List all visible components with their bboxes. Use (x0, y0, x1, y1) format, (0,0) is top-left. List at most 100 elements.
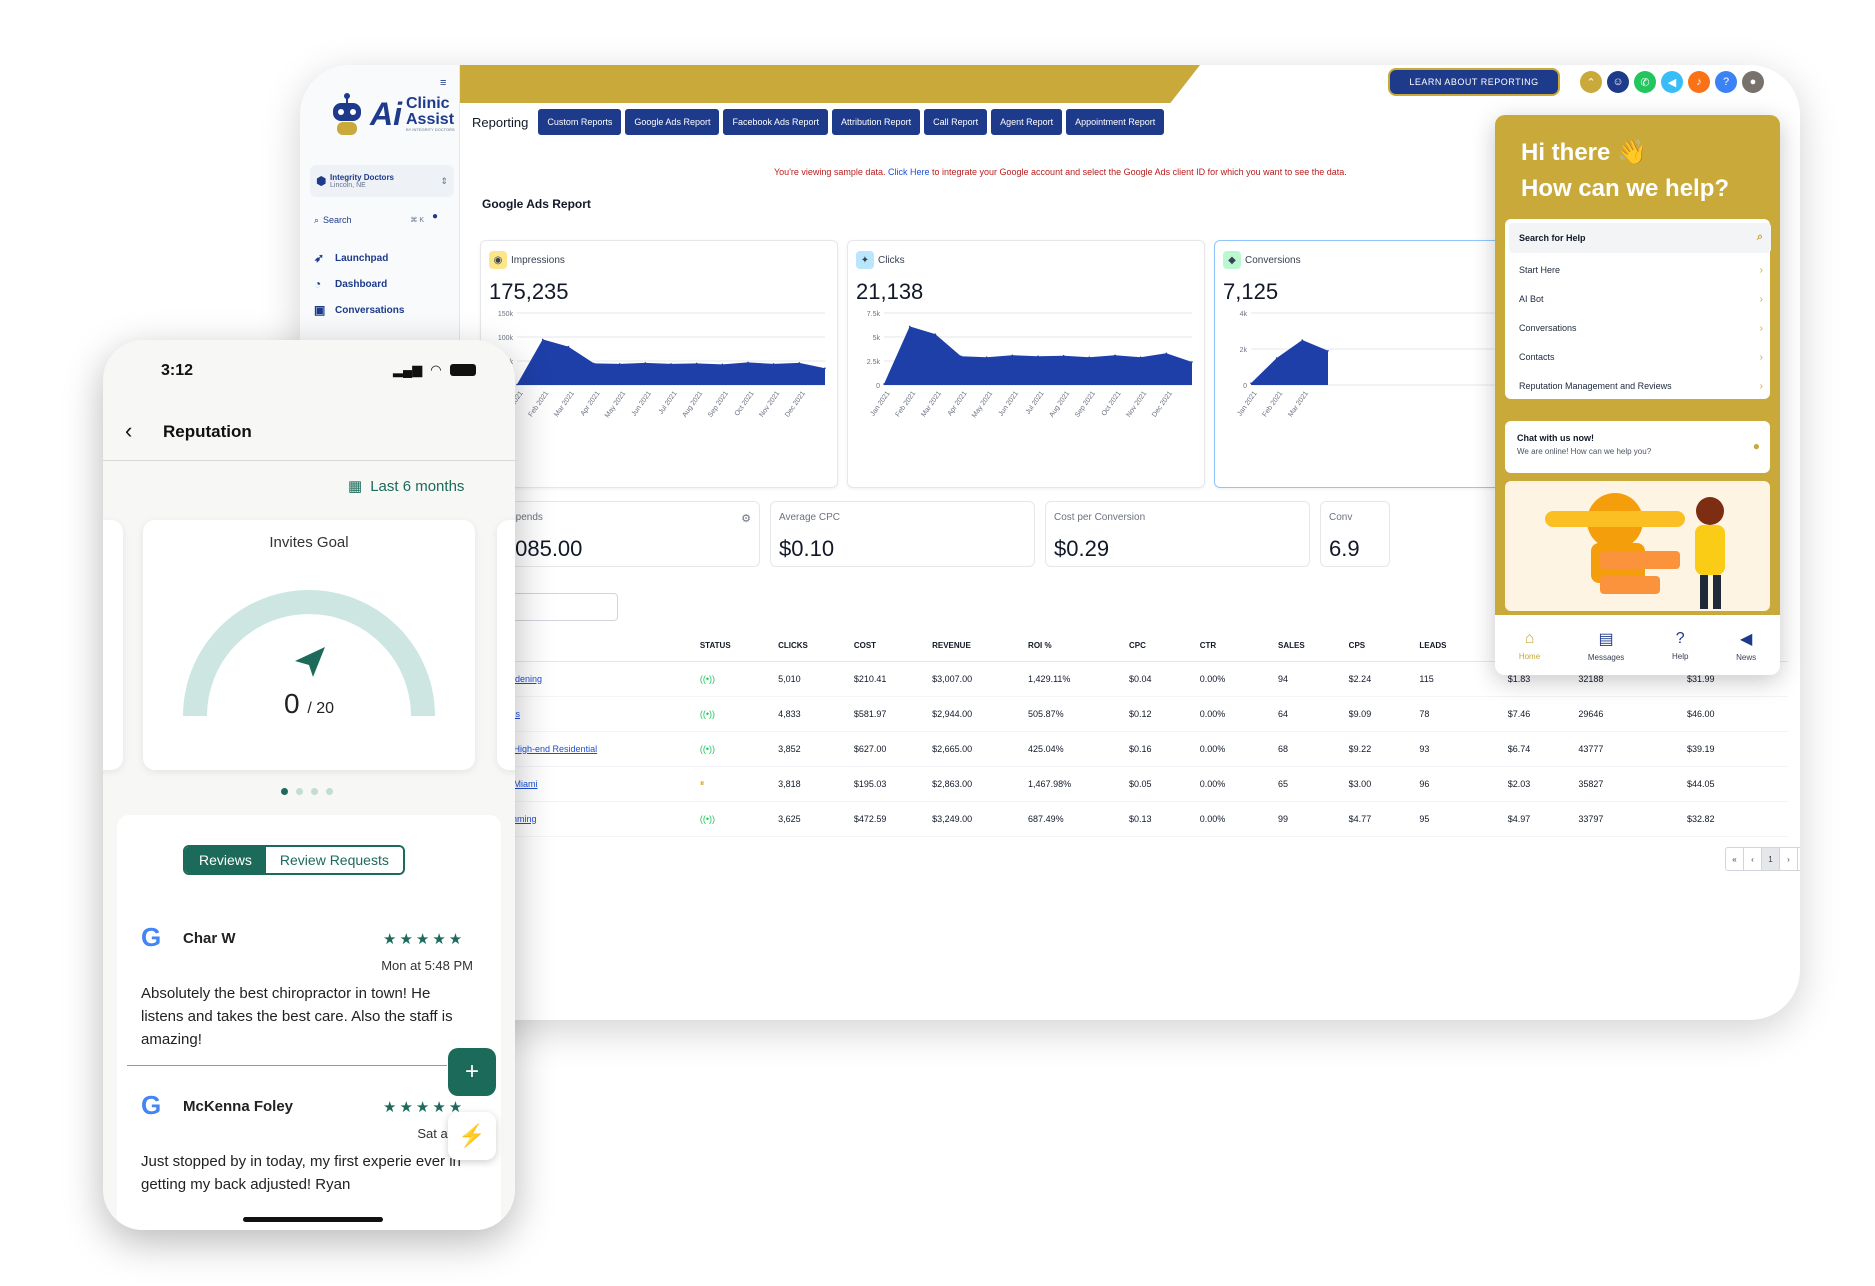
sidebar-item-dashboard[interactable]: ◔ Dashboard (314, 277, 387, 291)
tab-google-ads-report[interactable]: Google Ads Report (625, 109, 720, 135)
pagination-button[interactable]: 1 (1762, 848, 1780, 870)
carousel-dot[interactable] (326, 788, 333, 795)
help-link-conversations[interactable]: Conversations › (1519, 323, 1763, 334)
avatar[interactable]: ● (1742, 71, 1764, 93)
table-header-cell[interactable]: ROI % (1028, 631, 1130, 662)
chat-with-us-card[interactable]: Chat with us now! We are online! How can… (1505, 421, 1770, 473)
location-name: Integrity Doctors (330, 173, 395, 182)
help-link-reputation[interactable]: Reputation Management and Reviews › (1519, 381, 1763, 392)
y-tick-label: 0 (876, 383, 880, 390)
notice-click-here-link[interactable]: Click Here (888, 167, 930, 177)
help-nav-news[interactable]: ◀ News (1736, 629, 1756, 662)
metric-label: Average CPC (779, 512, 840, 523)
menu-toggle-icon[interactable]: ≡ (440, 77, 446, 89)
x-tick-label: Apr 2021 (580, 390, 602, 417)
data-point (1139, 356, 1142, 358)
kpi-label: Impressions (511, 254, 565, 266)
table-header-cell[interactable]: COST (853, 631, 933, 662)
metric-label: Conv (1329, 512, 1353, 523)
tab-agent-report[interactable]: Agent Report (991, 109, 1063, 135)
carousel-dot[interactable] (296, 788, 303, 795)
learn-about-reporting-button[interactable]: LEARN ABOUT REPORTING (1390, 70, 1558, 94)
user-icon[interactable]: ● (432, 211, 438, 222)
tab-custom-reports[interactable]: Custom Reports (538, 109, 622, 135)
bot-icon[interactable]: ☺ (1607, 71, 1629, 93)
table-header-cell[interactable]: CPC (1129, 631, 1200, 662)
chat-bubble-icon: ● (1752, 439, 1760, 453)
table-cell: 43777 (1578, 731, 1687, 767)
tab-attribution-report[interactable]: Attribution Report (832, 109, 921, 135)
help-link-start-here[interactable]: Start Here › (1519, 265, 1763, 276)
chevron-up-icon[interactable]: ⌃ (1580, 71, 1602, 93)
sidebar-item-conversations[interactable]: ▣ Conversations (314, 303, 404, 317)
data-point (772, 363, 775, 365)
rocket-icon: ➶ (314, 251, 325, 265)
table-header-cell[interactable]: CLICKS (778, 631, 854, 662)
help-link-label: Conversations (1519, 323, 1577, 333)
table-row[interactable]: niture Logistics((•))4,833$581.97$2,944.… (460, 696, 1788, 732)
help-link-label: AI Bot (1519, 294, 1544, 304)
add-button[interactable]: + (448, 1048, 496, 1096)
paused-status-icon: ⏸ (699, 778, 705, 788)
megaphone-icon[interactable]: ◀ (1661, 71, 1683, 93)
table-cell: 0.00% (1199, 696, 1278, 732)
tab-reviews[interactable]: Reviews (185, 847, 266, 873)
data-point (695, 362, 698, 365)
table-header-cell[interactable]: SALES (1277, 631, 1349, 662)
lightning-button[interactable]: ⚡ (448, 1112, 496, 1160)
help-icon[interactable]: ? (1715, 71, 1737, 93)
pagination-button[interactable]: › (1780, 848, 1798, 870)
reporting-title: Reporting (472, 114, 529, 130)
help-nav-home[interactable]: ⌂ Home (1519, 630, 1540, 661)
x-tick-label: Jan 2021 (869, 390, 891, 418)
help-nav-messages[interactable]: ▤ Messages (1588, 629, 1624, 662)
goal-card-next[interactable] (497, 520, 515, 770)
table-header-cell[interactable]: CPS (1348, 631, 1420, 662)
table-header-cell[interactable]: REVENUE (932, 631, 1029, 662)
help-search-input[interactable]: Search for Help ⌕ (1509, 223, 1771, 253)
table-header-cell[interactable]: CTR (1199, 631, 1278, 662)
carousel-dot[interactable] (311, 788, 318, 795)
pagination-button[interactable]: « (1726, 848, 1744, 870)
table-row[interactable]: nting and Trimming((•))3,625$472.59$3,24… (460, 801, 1788, 837)
data-point (1037, 355, 1039, 357)
help-link-ai-bot[interactable]: AI Bot › (1519, 294, 1763, 305)
tab-call-report[interactable]: Call Report (924, 109, 988, 135)
phone-frame: 3:12 ▂▄▆ ◠ ‹ Reputation ▦ Last 6 months … (103, 340, 515, 1230)
data-point (1191, 361, 1193, 363)
table-cell: $3.00 (1348, 766, 1420, 802)
help-nav-help[interactable]: ? Help (1672, 630, 1688, 661)
table-cell: $195.03 (853, 766, 933, 802)
chevron-right-icon: › (1759, 352, 1763, 363)
carousel-dot[interactable] (281, 788, 288, 795)
location-switcher[interactable]: ⬢ Integrity Doctors Lincoln, NE ⇕ (310, 165, 454, 197)
table-cell: 1,467.98% (1028, 766, 1130, 802)
sidebar-item-label: Launchpad (335, 252, 389, 264)
date-range-label: Last 6 months (370, 477, 465, 495)
phone-icon[interactable]: ✆ (1634, 71, 1656, 93)
table-header-cell[interactable]: STATUS (699, 631, 779, 662)
table-row[interactable]: erior Design: High-end Residential ((•)) 3… (460, 731, 1788, 767)
chat-title: Chat with us now! (1517, 433, 1594, 443)
sidebar-item-launchpad[interactable]: ➶ Launchpad (314, 251, 388, 265)
gear-icon[interactable]: ⚙ (741, 512, 751, 525)
table-cell: $3,249.00 (932, 801, 1029, 837)
sidebar-item-label: Conversations (335, 304, 405, 316)
tab-appointment-report[interactable]: Appointment Report (1066, 109, 1165, 135)
sidebar-search-label: Search (323, 215, 352, 225)
pagination-button[interactable]: » (1798, 848, 1800, 870)
metric-value: $0.29 (1054, 536, 1110, 561)
table-cell: 425.04% (1028, 731, 1130, 767)
bell-icon[interactable]: ♪ (1688, 71, 1710, 93)
tab-review-requests[interactable]: Review Requests (265, 847, 403, 873)
goal-card-prev[interactable] (103, 520, 123, 770)
table-row[interactable]: erior Design: Miami⏸3,818$195.03$2,863.0… (460, 766, 1788, 802)
date-range-selector[interactable]: ▦ Last 6 months (348, 477, 465, 496)
y-tick-label: 2k (1240, 347, 1248, 354)
back-arrow-icon[interactable]: ‹ (125, 418, 132, 444)
sidebar-search[interactable]: ⌕ Search ⌘ K (314, 211, 424, 229)
help-link-contacts[interactable]: Contacts › (1519, 352, 1763, 363)
tab-facebook-ads-report[interactable]: Facebook Ads Report (723, 109, 829, 135)
pagination-button[interactable]: ‹ (1744, 848, 1762, 870)
review-date: Mon at 5:48 PM (381, 958, 473, 973)
